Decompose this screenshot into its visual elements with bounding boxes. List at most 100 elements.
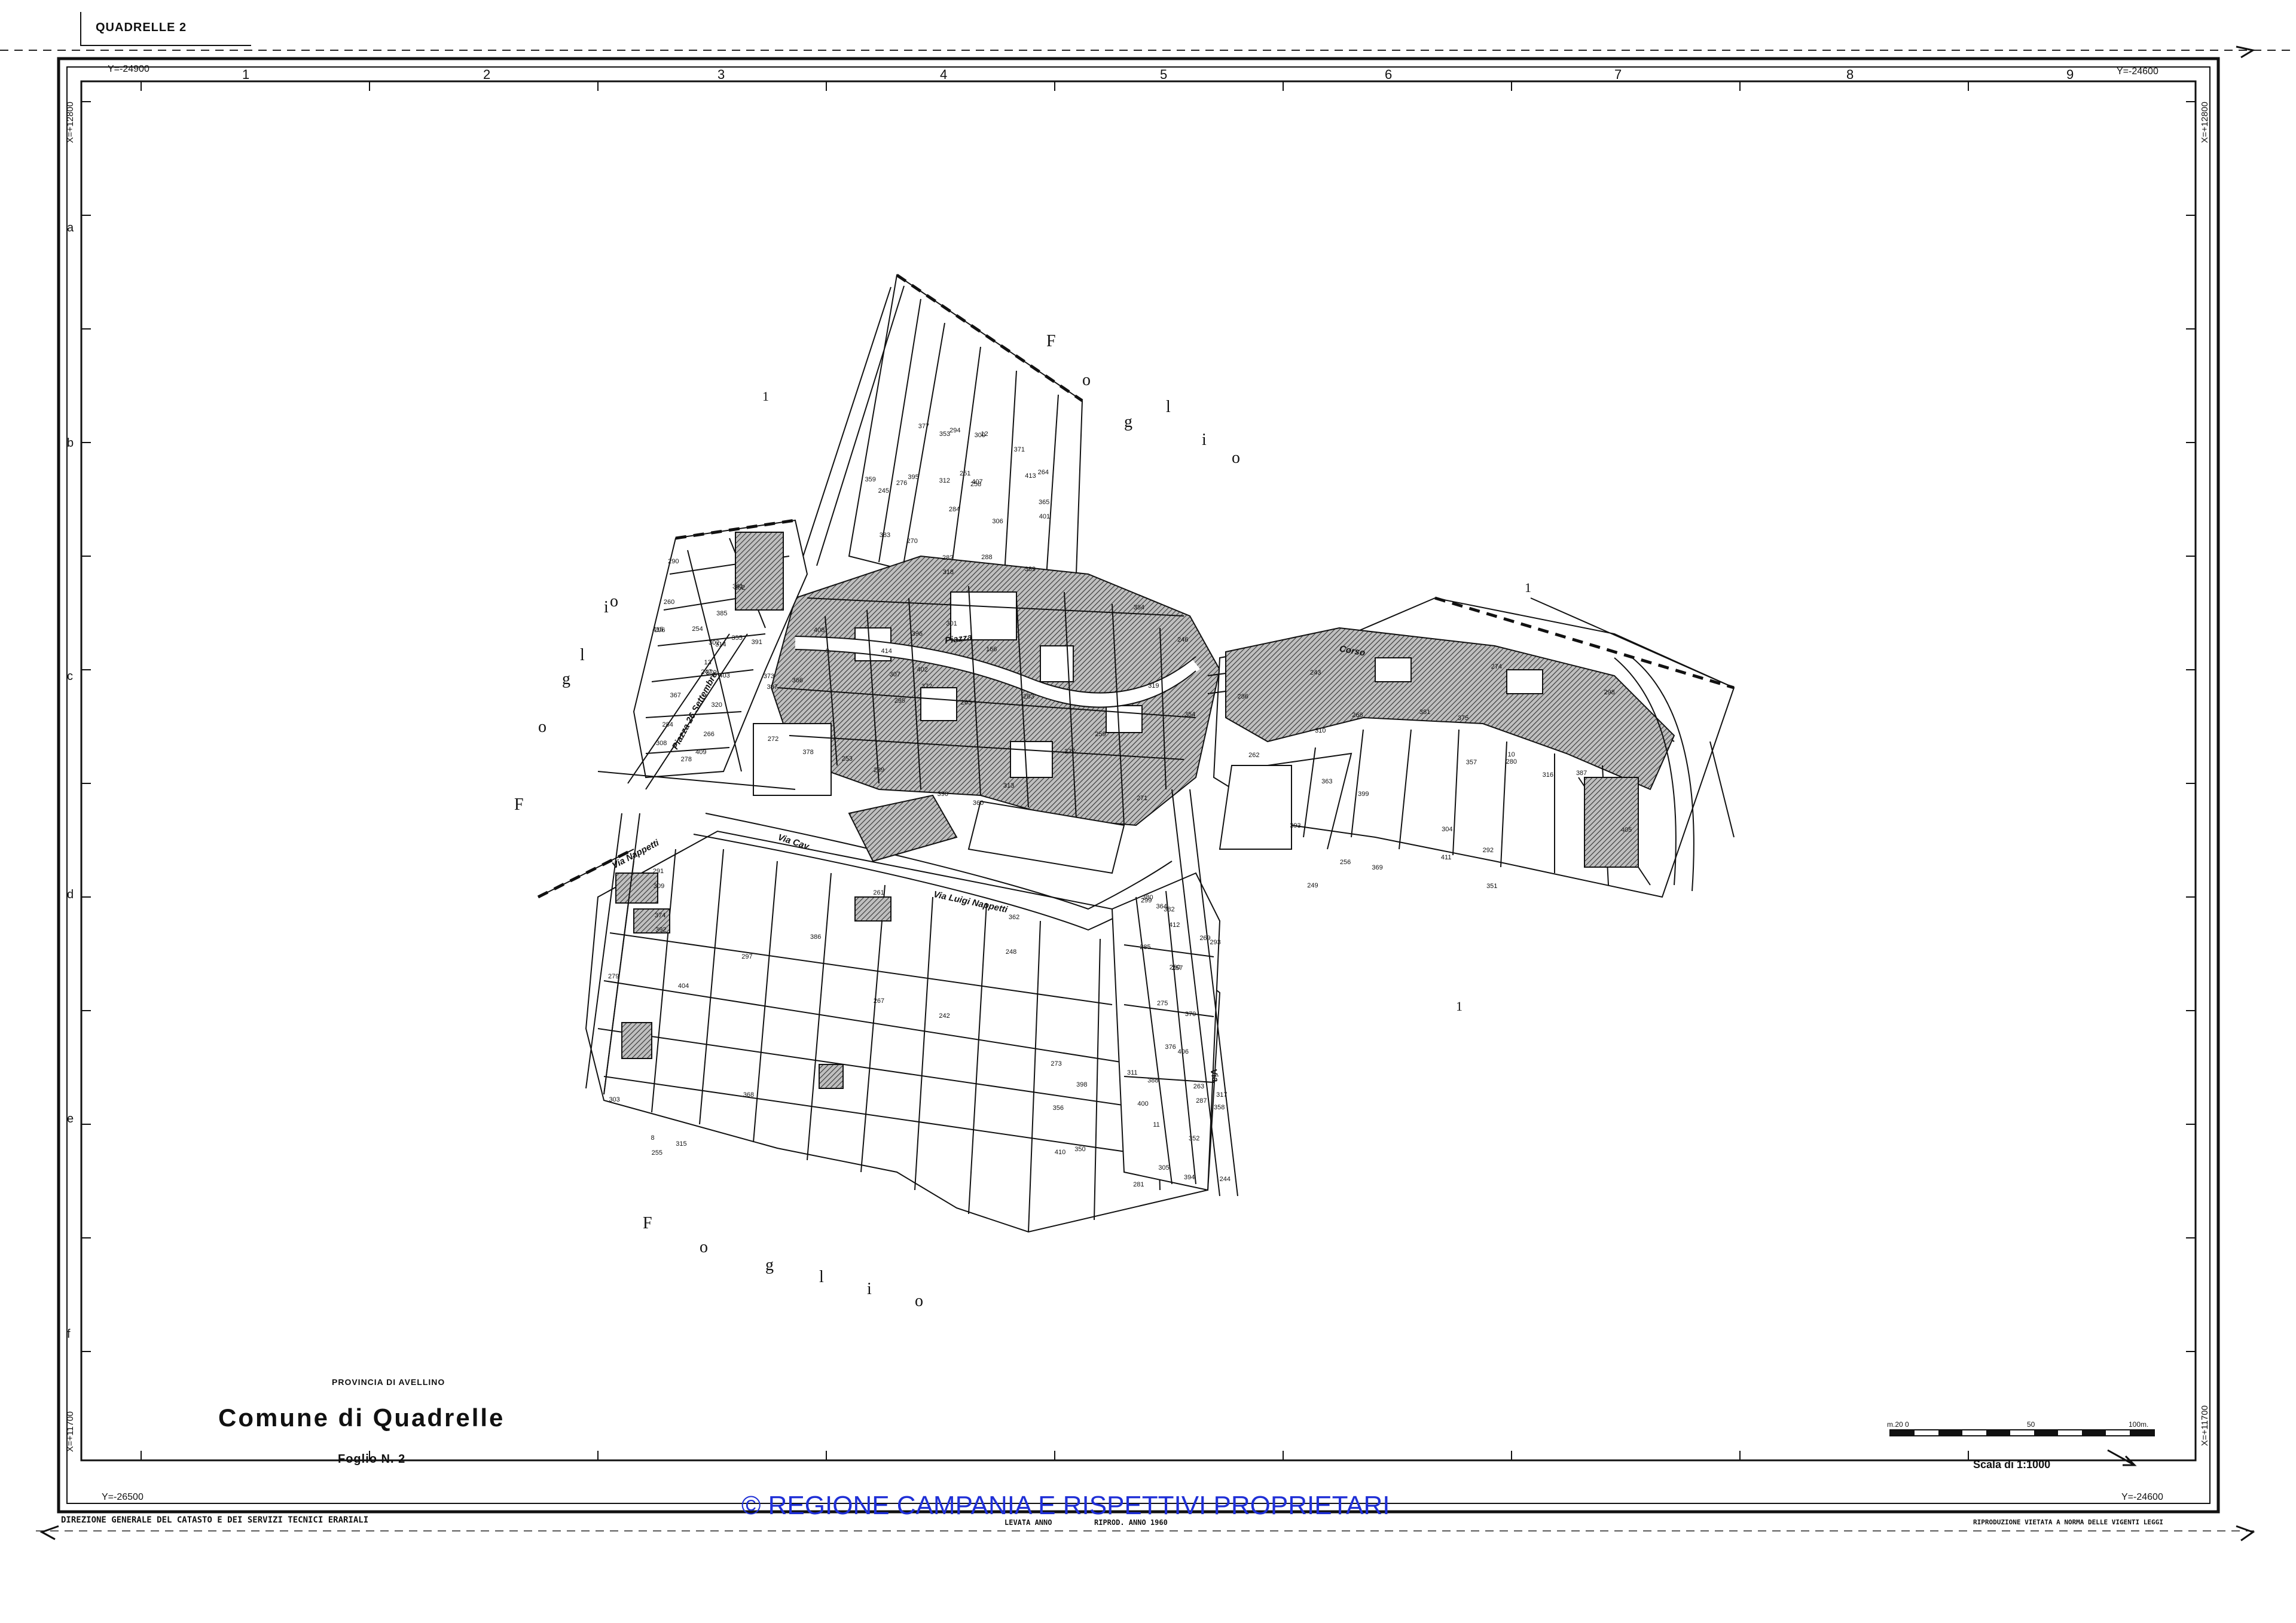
foglio-north-3: g <box>1124 413 1132 431</box>
parcel-number: 269 <box>1199 935 1211 942</box>
parcel-number: 411 <box>1440 854 1452 862</box>
parcel-number: 273 <box>1051 1060 1062 1067</box>
grid-column-3: 3 <box>718 67 725 82</box>
grid-column-7: 7 <box>1614 67 1622 82</box>
parcel-number: 243 <box>1309 669 1321 677</box>
parcel-number: 254 <box>692 626 703 633</box>
parcel-number: 307 <box>889 671 900 679</box>
parcel-number: 9 <box>825 647 829 655</box>
parcel-number: 350 <box>1074 1145 1086 1153</box>
parcel-number: 389 <box>1024 566 1036 573</box>
parcel-number: 358 <box>1214 1104 1225 1112</box>
adjacent-sheet-1b: 1 <box>1525 580 1531 595</box>
footer-right: RIPRODUZIONE VIETATA A NORMA DELLE VIGEN… <box>1973 1518 2163 1526</box>
parcel-number: 259 <box>1095 730 1106 738</box>
parcel-number: 271 <box>1136 795 1148 803</box>
parcel-number: 398 <box>1076 1081 1088 1089</box>
grid-row-e: e <box>67 1112 74 1125</box>
parcel-number: 409 <box>695 749 707 756</box>
grid-column-8: 8 <box>1846 67 1854 82</box>
parcel-number: 314 <box>715 640 726 648</box>
parcel-number: 279 <box>608 973 619 981</box>
parcel-number: 385 <box>716 610 728 618</box>
coord-left-top: X=+12800 <box>65 102 75 144</box>
foglio-west-5: i <box>604 598 609 617</box>
parcel-number: 392 <box>655 926 667 934</box>
grid-column-9: 9 <box>2066 67 2074 82</box>
parcel-number: 263 <box>1193 1082 1205 1090</box>
grid-row-a: a <box>67 221 74 234</box>
parcel-number: 363 <box>1321 777 1333 785</box>
parcel-number: 251 <box>960 469 971 477</box>
parcel-number: 301 <box>946 620 957 628</box>
parcel-number: 260 <box>663 598 675 606</box>
parcel-number: 284 <box>662 721 673 728</box>
parcel-number: 13 <box>704 659 712 667</box>
parcel-map <box>538 274 1735 1233</box>
parcel-number: 394 <box>1184 1174 1195 1182</box>
parcel-number: 361 <box>732 583 744 591</box>
parcel-number: 366 <box>792 677 803 685</box>
foglio-west-1: F <box>514 795 524 814</box>
parcel-number: 294 <box>949 426 961 434</box>
parcel-number: 377 <box>918 423 930 431</box>
parcel-number: 274 <box>1491 663 1502 671</box>
parcel-number: 286 <box>1237 692 1248 700</box>
adjacent-sheet-1c: 1 <box>1456 999 1463 1014</box>
parcel-number: 408 <box>813 627 825 634</box>
parcel-number: 362 <box>1008 913 1020 921</box>
grid-column-5: 5 <box>1160 67 1168 82</box>
parcel-number: 285 <box>1140 943 1151 951</box>
parcel-number: 281 <box>1133 1181 1144 1189</box>
parcel-number: 292 <box>1482 846 1494 854</box>
parcel-number: 300 <box>974 432 986 440</box>
parcel-number: 352 <box>1188 1135 1200 1143</box>
parcel-number: 284 <box>948 505 960 513</box>
parcel-number: 380 <box>1142 893 1153 901</box>
parcel-number: 396 <box>911 630 923 638</box>
parcel-number: 305 <box>1158 1164 1170 1172</box>
parcel-number: 309 <box>653 882 665 890</box>
coord-top-right: Y=-24600 <box>2117 66 2158 77</box>
parcel-number: 266 <box>703 730 715 738</box>
parcel-number: 276 <box>896 480 908 487</box>
parcel-number: 262 <box>1248 751 1260 759</box>
parcel-number: 317 <box>1216 1091 1228 1099</box>
grid-row-c: c <box>67 670 73 683</box>
parcel-number: 410 <box>1054 1148 1066 1156</box>
parcel-number: 297 <box>741 953 753 960</box>
grid-column-6: 6 <box>1385 67 1393 82</box>
parcel-number: 246 <box>1177 636 1189 644</box>
parcel-number: 242 <box>939 1012 950 1020</box>
parcel-number: 287 <box>1196 1097 1207 1105</box>
parcel-number: 415 <box>652 626 664 633</box>
parcel-number: 245 <box>878 487 889 495</box>
footer-left: DIREZIONE GENERALE DEL CATASTO E DEI SER… <box>61 1515 369 1525</box>
north-arrow <box>2107 1449 2137 1466</box>
scale-tick-1: 50 <box>2027 1420 2035 1429</box>
parcel-number: 10 <box>1507 751 1515 759</box>
parcel-number: 308 <box>655 740 667 748</box>
parcel-number: 261 <box>873 889 884 896</box>
foglio-south-3: g <box>765 1256 774 1274</box>
parcel-number: 244 <box>1219 1175 1231 1183</box>
parcel-number: 298 <box>1604 688 1615 696</box>
parcel-number: 290 <box>668 558 679 566</box>
parcel-number: 351 <box>1486 883 1498 890</box>
parcel-number: 403 <box>719 672 730 680</box>
parcel-number: 378 <box>802 749 814 756</box>
parcel-number: 166 <box>985 645 997 653</box>
parcel-number: 306 <box>992 518 1003 526</box>
parcel-number: 395 <box>908 473 919 481</box>
parcel-number: 280 <box>1506 758 1517 765</box>
scale-label: Scala di 1:1000 <box>1973 1459 2051 1471</box>
parcel-number: 365 <box>1039 498 1050 506</box>
coord-top-left: Y=-24900 <box>108 64 149 74</box>
parcel-number: 372 <box>921 682 933 690</box>
foglio-south-5: i <box>867 1280 872 1298</box>
coord-bottom-left: Y=-26500 <box>102 1492 144 1502</box>
parcel-number: 381 <box>1419 708 1431 716</box>
parcel-number: 8 <box>651 1134 655 1142</box>
parcel-number: 319 <box>1148 682 1159 690</box>
parcel-number: 312 <box>939 477 950 485</box>
